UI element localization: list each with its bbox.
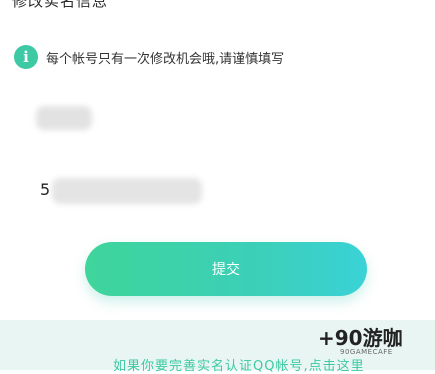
watermark-sub: 90GAMECAFE [340,348,393,356]
page-title: 修改实名信息 [12,0,109,10]
notice-text: 每个帐号只有一次修改机会哦,请谨慎填写 [46,51,285,67]
watermark-logo: +90游咖 90GAMECAFE [318,328,403,356]
id-number-input[interactable] [52,178,202,204]
notice-row: i 每个帐号只有一次修改机会哦,请谨慎填写 [14,45,284,69]
footer-link[interactable]: 如果你要完善实名认证QQ帐号,点击这里 [113,355,365,374]
name-input[interactable] [36,106,92,130]
id-number-prefix: 5 [40,180,51,199]
submit-button[interactable]: 提交 [85,242,367,296]
watermark-brand: +90游咖 [318,326,403,350]
info-icon: i [14,45,38,69]
